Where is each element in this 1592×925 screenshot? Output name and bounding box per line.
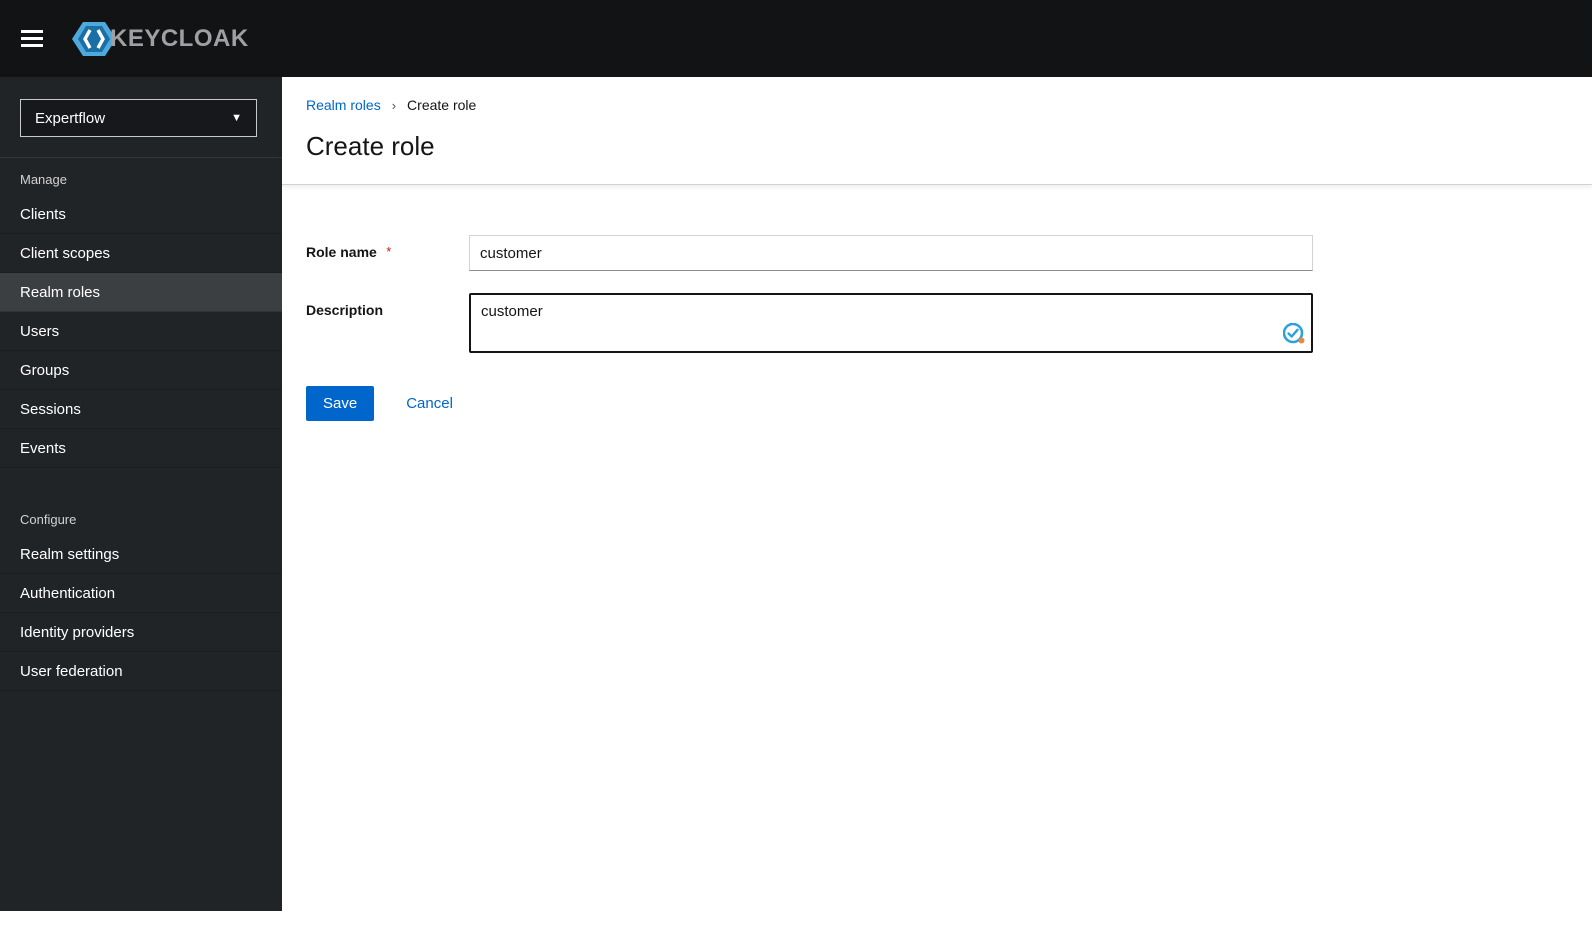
sidebar: Expertflow ▼ Manage Clients Client scope…: [0, 77, 282, 911]
sidebar-item-groups[interactable]: Groups: [0, 351, 282, 390]
sidebar-item-realm-roles[interactable]: Realm roles: [0, 273, 282, 312]
breadcrumb-separator-icon: ›: [391, 97, 397, 113]
description-textarea[interactable]: customer: [469, 293, 1313, 353]
masthead: KEYCLOAK: [0, 0, 1592, 77]
page-header-section: Realm roles › Create role Create role: [282, 77, 1592, 185]
description-label-cell: Description: [306, 293, 469, 353]
grammarly-icon[interactable]: [1282, 322, 1305, 345]
realm-selector-dropdown[interactable]: Expertflow ▼: [20, 99, 257, 137]
sidebar-item-clients[interactable]: Clients: [0, 195, 282, 234]
description-row: Description customer: [306, 293, 1592, 353]
breadcrumb-current: Create role: [407, 97, 477, 113]
breadcrumb-realm-roles-link[interactable]: Realm roles: [306, 97, 381, 113]
sidebar-item-realm-settings[interactable]: Realm settings: [0, 535, 282, 574]
sidebar-item-client-scopes[interactable]: Client scopes: [0, 234, 282, 273]
description-field: customer: [469, 293, 1313, 353]
form-actions: Save Cancel: [306, 386, 1592, 421]
main-content: Realm roles › Create role Create role Ro…: [282, 77, 1592, 925]
role-name-row: Role name *: [306, 235, 1592, 271]
sidebar-item-authentication[interactable]: Authentication: [0, 574, 282, 613]
sidebar-section-configure: Configure: [20, 512, 77, 527]
page-title: Create role: [306, 131, 435, 161]
cancel-link[interactable]: Cancel: [406, 395, 453, 412]
keycloak-logo-text: KEYCLOAK: [110, 24, 249, 52]
nav-toggle-hamburger-icon[interactable]: [21, 26, 45, 51]
sidebar-item-users[interactable]: Users: [0, 312, 282, 351]
sidebar-section-manage: Manage: [20, 172, 67, 187]
sidebar-item-sessions[interactable]: Sessions: [0, 390, 282, 429]
create-role-form: Role name * Description customer: [282, 185, 1592, 421]
breadcrumb: Realm roles › Create role: [306, 97, 1592, 113]
sidebar-item-identity-providers[interactable]: Identity providers: [0, 613, 282, 652]
role-name-field: [469, 235, 1313, 271]
chevron-down-icon: ▼: [231, 112, 242, 124]
role-name-label-cell: Role name *: [306, 235, 469, 271]
role-name-label: Role name: [306, 244, 377, 260]
required-asterisk: *: [386, 244, 392, 259]
keycloak-logo: KEYCLOAK: [72, 20, 249, 58]
save-button[interactable]: Save: [306, 386, 375, 421]
description-label: Description: [306, 302, 384, 318]
sidebar-item-events[interactable]: Events: [0, 429, 282, 468]
sidebar-item-user-federation[interactable]: User federation: [0, 652, 282, 691]
realm-selector-value: Expertflow: [35, 109, 106, 127]
role-name-input[interactable]: [469, 235, 1313, 271]
